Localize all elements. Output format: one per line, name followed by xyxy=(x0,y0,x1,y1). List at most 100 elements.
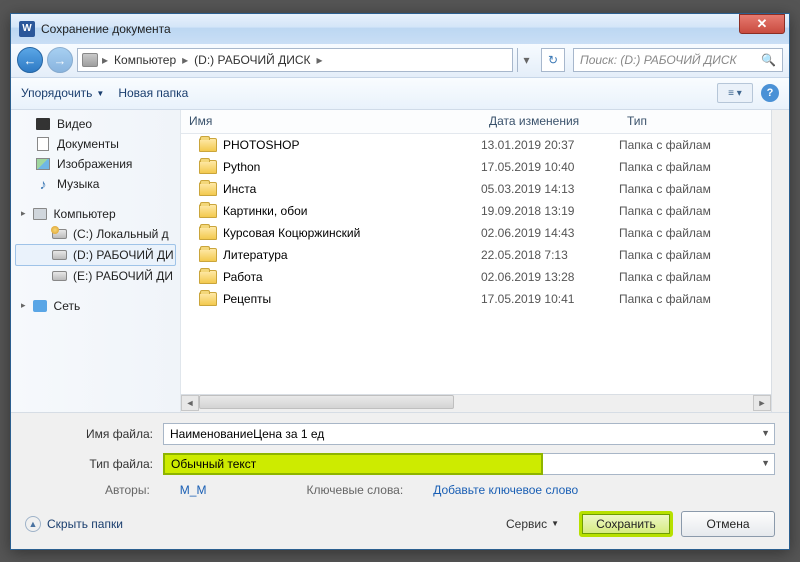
computer-icon xyxy=(33,208,47,220)
search-input[interactable]: Поиск: (D:) РАБОЧИЙ ДИСК 🔍 xyxy=(573,48,783,72)
search-icon: 🔍 xyxy=(761,53,776,67)
service-button[interactable]: Сервис ▼ xyxy=(506,517,559,531)
folder-icon xyxy=(199,138,217,152)
table-row[interactable]: Литература22.05.2018 7:13Папка с файлам xyxy=(181,244,771,266)
sidebar-item-images[interactable]: Изображения xyxy=(11,154,180,174)
titlebar[interactable]: W Сохранение документа ✕ xyxy=(11,14,789,44)
file-name: Курсовая Коцюржинский xyxy=(223,226,360,240)
table-row[interactable]: Инста05.03.2019 14:13Папка с файлам xyxy=(181,178,771,200)
file-date: 17.05.2019 10:41 xyxy=(481,292,619,306)
sidebar-item-documents[interactable]: Документы xyxy=(11,134,180,154)
sidebar-item-computer[interactable]: ▸Компьютер xyxy=(11,204,180,224)
body: Видео Документы Изображения ♪Музыка ▸Ком… xyxy=(11,110,789,412)
table-row[interactable]: Работа02.06.2019 13:28Папка с файлам xyxy=(181,266,771,288)
file-type: Папка с файлам xyxy=(619,226,757,240)
filetype-select-extension[interactable]: ▼ xyxy=(543,453,775,475)
hide-folders-button[interactable]: ▲ Скрыть папки xyxy=(25,516,123,532)
view-mode-button[interactable]: ≡ ▾ xyxy=(717,83,753,103)
close-button[interactable]: ✕ xyxy=(739,14,785,34)
column-name[interactable]: Имя xyxy=(181,114,481,128)
sidebar-item-video[interactable]: Видео xyxy=(11,114,180,134)
breadcrumb-drive[interactable]: (D:) РАБОЧИЙ ДИСК xyxy=(192,53,312,67)
chevron-down-icon[interactable]: ▼ xyxy=(761,458,770,468)
table-row[interactable]: Картинки, обои19.09.2018 13:19Папка с фа… xyxy=(181,200,771,222)
chevron-right-icon: ▸ xyxy=(102,53,108,67)
sidebar-item-drive-e[interactable]: (E:) РАБОЧИЙ ДИ xyxy=(11,266,180,286)
file-name: PHOTOSHOP xyxy=(223,138,299,152)
word-icon: W xyxy=(19,21,35,37)
computer-icon xyxy=(82,53,98,67)
folder-icon xyxy=(199,270,217,284)
chevron-down-icon[interactable]: ▼ xyxy=(761,428,770,438)
file-list[interactable]: PHOTOSHOP13.01.2019 20:37Папка с файламP… xyxy=(181,134,771,394)
search-placeholder: Поиск: (D:) РАБОЧИЙ ДИСК xyxy=(580,53,737,67)
sidebar-item-drive-d[interactable]: (D:) РАБОЧИЙ ДИ xyxy=(15,244,176,266)
tags-label: Ключевые слова: xyxy=(306,483,403,497)
image-icon xyxy=(36,158,50,170)
file-date: 02.06.2019 13:28 xyxy=(481,270,619,284)
save-dialog-window: W Сохранение документа ✕ ← → ▸ Компьютер… xyxy=(10,13,790,550)
actions-row: ▲ Скрыть папки Сервис ▼ Сохранить Отмена xyxy=(25,511,775,537)
sidebar-item-drive-c[interactable]: (C:) Локальный д xyxy=(11,224,180,244)
file-name: Python xyxy=(223,160,260,174)
file-type: Папка с файлам xyxy=(619,292,757,306)
file-date: 19.09.2018 13:19 xyxy=(481,204,619,218)
folder-icon xyxy=(199,160,217,174)
document-icon xyxy=(37,137,49,151)
table-row[interactable]: PHOTOSHOP 13.01.2019 20:37Папка с файлам xyxy=(181,134,771,156)
new-folder-button[interactable]: Новая папка xyxy=(118,86,188,100)
table-row[interactable]: Рецепты17.05.2019 10:41Папка с файлам xyxy=(181,288,771,310)
authors-value[interactable]: M_M xyxy=(180,483,207,497)
sidebar: Видео Документы Изображения ♪Музыка ▸Ком… xyxy=(11,110,181,412)
table-row[interactable]: Курсовая Коцюржинский02.06.2019 14:43Пап… xyxy=(181,222,771,244)
file-date: 17.05.2019 10:40 xyxy=(481,160,619,174)
filetype-row: Тип файла: Обычный текст ▼ xyxy=(25,453,775,475)
breadcrumb-dropdown[interactable]: ▾ xyxy=(517,48,535,72)
breadcrumb[interactable]: ▸ Компьютер ▸ (D:) РАБОЧИЙ ДИСК ▸ xyxy=(77,48,513,72)
file-date: 13.01.2019 20:37 xyxy=(481,138,619,152)
column-headers: Имя Дата изменения Тип xyxy=(181,110,771,134)
organize-button[interactable]: Упорядочить ▼ xyxy=(21,86,104,100)
folder-icon xyxy=(199,226,217,240)
file-type: Папка с файлам xyxy=(619,138,757,152)
vertical-scrollbar[interactable] xyxy=(771,110,789,412)
file-type: Папка с файлам xyxy=(619,160,757,174)
folder-icon xyxy=(199,248,217,262)
breadcrumb-computer[interactable]: Компьютер xyxy=(112,53,178,67)
sidebar-item-network[interactable]: ▸Сеть xyxy=(11,296,180,316)
file-type: Папка с файлам xyxy=(619,204,757,218)
scroll-thumb[interactable] xyxy=(199,395,454,409)
column-date[interactable]: Дата изменения xyxy=(481,114,619,128)
folder-icon xyxy=(199,182,217,196)
filename-input[interactable]: НаименованиеЦена за 1 ед ▼ xyxy=(163,423,775,445)
drive-icon xyxy=(52,271,67,281)
filetype-select[interactable]: Обычный текст xyxy=(163,453,543,475)
tags-value[interactable]: Добавьте ключевое слово xyxy=(433,483,578,497)
file-type: Папка с файлам xyxy=(619,182,757,196)
file-name: Литература xyxy=(223,248,288,262)
file-pane: Имя Дата изменения Тип PHOTOSHOP 13.01.20… xyxy=(181,110,771,412)
back-button[interactable]: ← xyxy=(17,47,43,73)
chevron-right-icon: ▸ xyxy=(21,208,26,219)
file-type: Папка с файлам xyxy=(619,248,757,262)
scroll-track[interactable] xyxy=(199,395,753,411)
file-date: 05.03.2019 14:13 xyxy=(481,182,619,196)
forward-button[interactable]: → xyxy=(47,47,73,73)
navbar: ← → ▸ Компьютер ▸ (D:) РАБОЧИЙ ДИСК ▸ ▾ … xyxy=(11,44,789,78)
table-row[interactable]: Python 17.05.2019 10:40Папка с файлам xyxy=(181,156,771,178)
scroll-right-button[interactable]: ► xyxy=(753,395,771,411)
drive-icon xyxy=(52,229,67,239)
save-button[interactable]: Сохранить xyxy=(579,511,673,537)
horizontal-scrollbar[interactable]: ◄ ► xyxy=(181,394,771,412)
sidebar-item-music[interactable]: ♪Музыка xyxy=(11,174,180,194)
chevron-up-icon: ▲ xyxy=(25,516,41,532)
column-type[interactable]: Тип xyxy=(619,114,757,128)
help-button[interactable]: ? xyxy=(761,84,779,102)
cancel-button[interactable]: Отмена xyxy=(681,511,775,537)
refresh-button[interactable]: ↻ xyxy=(541,48,565,72)
folder-icon xyxy=(199,204,217,218)
chevron-down-icon: ▼ xyxy=(551,519,559,528)
scroll-left-button[interactable]: ◄ xyxy=(181,395,199,411)
chevron-right-icon: ▸ xyxy=(182,53,188,67)
filename-row: Имя файла: НаименованиеЦена за 1 ед ▼ xyxy=(25,423,775,445)
